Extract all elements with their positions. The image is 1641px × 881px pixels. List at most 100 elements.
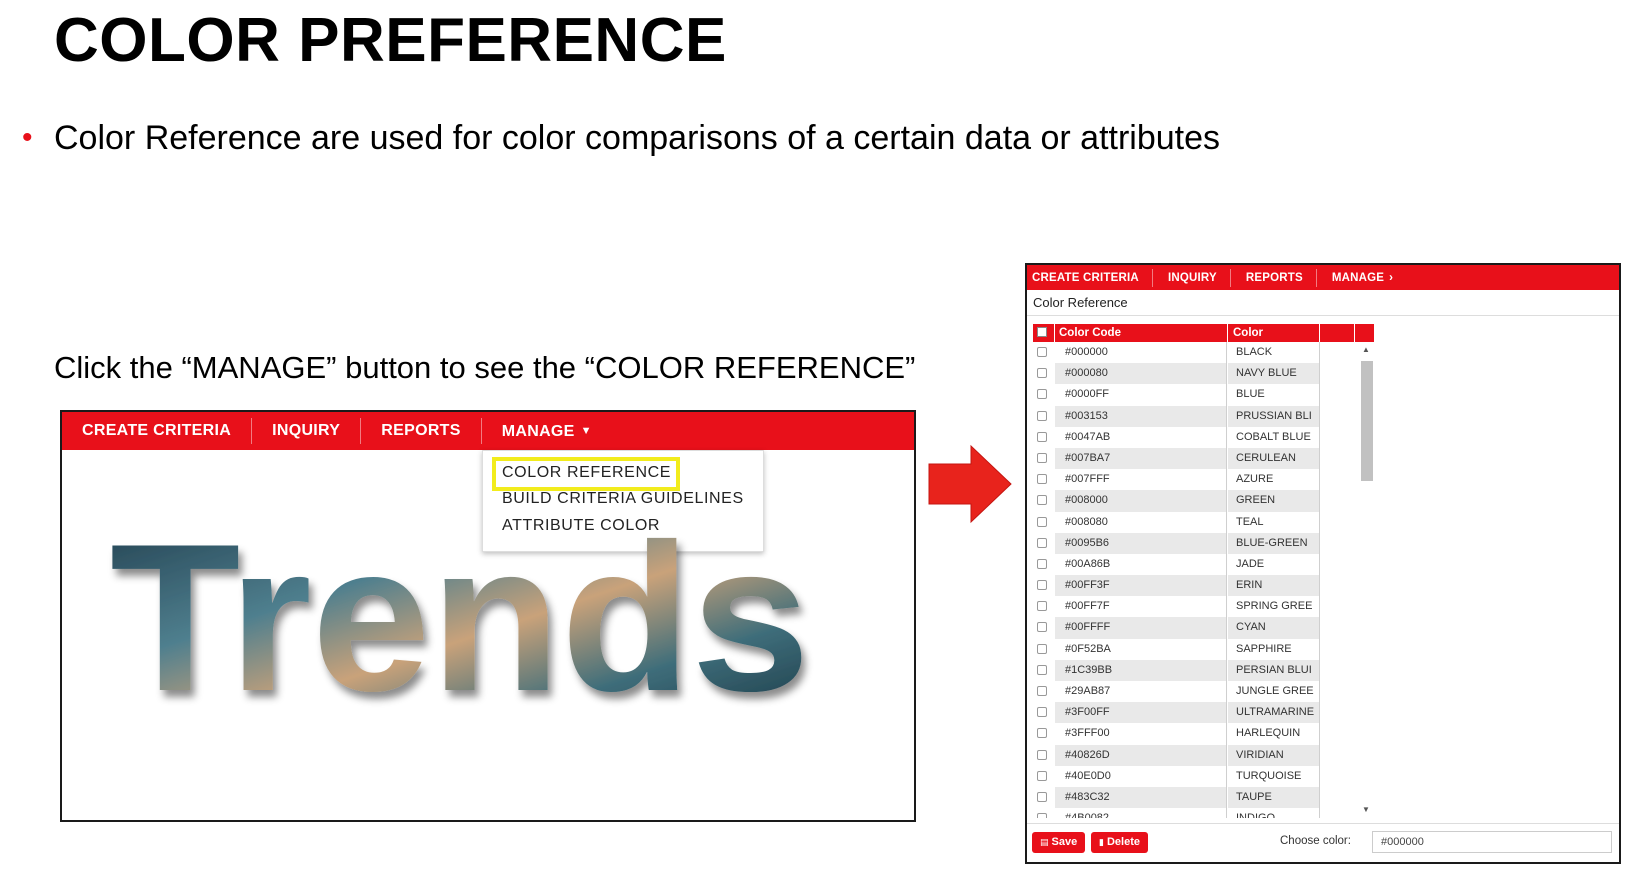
scrollbar-thumb[interactable] <box>1361 361 1373 481</box>
table-row[interactable]: #3F00FF ULTRAMARINE <box>1033 702 1374 724</box>
color-code-cell: #3F00FF <box>1055 702 1227 724</box>
arrow-right-icon <box>928 444 1012 524</box>
select-all-checkbox[interactable] <box>1037 327 1047 337</box>
nav-reports[interactable]: REPORTS <box>1241 268 1317 287</box>
bullet-text: Color Reference are used for color compa… <box>54 119 1221 157</box>
color-code-cell: #00FFFF <box>1055 617 1227 639</box>
table-row[interactable]: #000000 BLACK <box>1033 342 1374 364</box>
color-code-cell: #00FF3F <box>1055 575 1227 597</box>
color-name-cell: CERULEAN <box>1228 447 1320 470</box>
row-checkbox[interactable] <box>1037 389 1047 400</box>
row-checkbox[interactable] <box>1037 347 1047 357</box>
row-checkbox[interactable] <box>1037 580 1047 591</box>
table-row[interactable]: #3FFF00 HARLEQUIN <box>1033 723 1374 745</box>
row-checkbox[interactable] <box>1037 601 1047 612</box>
table-row[interactable]: #00FF3F ERIN <box>1033 575 1374 597</box>
color-reference-screenshot: CREATE CRITERIA INQUIRY REPORTS MANAGE › … <box>1025 263 1621 864</box>
table-row[interactable]: #40E0D0 TURQUOISE <box>1033 765 1374 787</box>
table-row[interactable]: #0047AB COBALT BLUE <box>1033 426 1374 448</box>
nav-inquiry[interactable]: INQUIRY <box>1163 268 1231 287</box>
color-name-cell: PRUSSIAN BLI <box>1228 405 1320 427</box>
color-name-cell: VIRIDIAN <box>1228 744 1320 766</box>
row-checkbox[interactable] <box>1037 474 1047 485</box>
scroll-up-icon[interactable]: ▲ <box>1362 345 1370 354</box>
color-code-cell: #4B0082 <box>1055 808 1227 818</box>
row-checkbox[interactable] <box>1037 622 1047 633</box>
table-row[interactable]: #4B0082INDIGO <box>1033 808 1374 818</box>
table-row[interactable]: #007FFF AZURE <box>1033 469 1374 491</box>
instruction-text: Click the “MANAGE” button to see the “CO… <box>54 350 916 385</box>
color-name-cell: NAVY BLUE <box>1228 363 1320 385</box>
menu-item-color-reference[interactable]: COLOR REFERENCE <box>502 464 671 482</box>
color-name-cell: TURQUOISE <box>1228 765 1320 787</box>
table-row[interactable]: #0095B6 BLUE-GREEN <box>1033 532 1374 554</box>
choose-color-input[interactable]: #000000 <box>1372 831 1612 853</box>
table-row[interactable]: #1C39BB PERSIAN BLUI <box>1033 659 1374 681</box>
row-checkbox[interactable] <box>1037 643 1047 654</box>
table-row[interactable]: #008000 GREEN <box>1033 490 1374 512</box>
row-checkbox[interactable] <box>1037 664 1047 675</box>
table-row[interactable]: #00FFFF CYAN <box>1033 617 1374 639</box>
row-checkbox[interactable] <box>1037 431 1047 442</box>
color-name-cell: AZURE <box>1228 469 1320 491</box>
trends-banner-text: Trends <box>110 522 810 712</box>
save-button[interactable]: ▤ Save <box>1032 832 1086 853</box>
chevron-right-icon: › <box>1389 271 1394 284</box>
row-checkbox[interactable] <box>1037 707 1047 718</box>
slide-title: COLOR PREFERENCE <box>54 6 727 75</box>
color-name-cell: ERIN <box>1228 575 1320 597</box>
nav-inquiry[interactable]: INQUIRY <box>252 418 362 444</box>
color-code-cell: #0000FF <box>1055 384 1227 406</box>
table-row[interactable]: #007BA7 CERULEAN <box>1033 447 1374 470</box>
table-row[interactable]: #29AB87 JUNGLE GREE <box>1033 681 1374 703</box>
color-code-cell: #003153 <box>1055 405 1227 427</box>
color-code-cell: #00A86B <box>1055 553 1227 576</box>
row-checkbox[interactable] <box>1037 770 1047 781</box>
color-name-cell: BLUE <box>1228 384 1320 406</box>
table-row[interactable]: #008080 TEAL <box>1033 511 1374 533</box>
table-row[interactable]: #00A86B JADE <box>1033 553 1374 576</box>
row-checkbox[interactable] <box>1037 516 1047 527</box>
color-name-cell: BLUE-GREEN <box>1228 532 1320 554</box>
color-code-cell: #008080 <box>1055 511 1227 533</box>
row-checkbox[interactable] <box>1037 495 1047 506</box>
row-checkbox[interactable] <box>1037 813 1047 818</box>
nav-manage[interactable]: MANAGE › <box>1327 269 1406 287</box>
table-row[interactable]: #003153 PRUSSIAN BLI <box>1033 405 1374 427</box>
column-header-color[interactable]: Color <box>1228 324 1320 342</box>
color-code-cell: #008000 <box>1055 490 1227 512</box>
save-icon: ▤ <box>1040 837 1049 847</box>
color-name-cell: JADE <box>1228 553 1320 576</box>
row-checkbox[interactable] <box>1037 728 1047 739</box>
color-name-cell: SAPPHIRE <box>1228 638 1320 660</box>
nav-create-criteria[interactable]: CREATE CRITERIA <box>62 418 253 444</box>
table-row[interactable]: #483C32 TAUPE <box>1033 786 1374 809</box>
row-checkbox[interactable] <box>1037 686 1047 696</box>
nav-create-criteria[interactable]: CREATE CRITERIA <box>1027 268 1153 287</box>
color-name-cell: GREEN <box>1228 490 1320 512</box>
color-code-cell: #00FF7F <box>1055 596 1227 618</box>
delete-button[interactable]: ▮ Delete <box>1091 832 1148 853</box>
nav-manage[interactable]: MANAGE ▼ <box>482 418 612 444</box>
row-checkbox[interactable] <box>1037 791 1047 802</box>
divider <box>1027 823 1619 824</box>
row-checkbox[interactable] <box>1037 558 1047 569</box>
table-row[interactable]: #0F52BA SAPPHIRE <box>1033 638 1374 660</box>
table-row[interactable]: #00FF7F SPRING GREE <box>1033 596 1374 618</box>
top-nav-bar: CREATE CRITERIA INQUIRY REPORTS MANAGE ▼ <box>62 412 914 450</box>
row-checkbox[interactable] <box>1037 537 1047 548</box>
color-code-cell: #3FFF00 <box>1055 723 1227 745</box>
row-checkbox[interactable] <box>1037 368 1047 379</box>
nav-reports[interactable]: REPORTS <box>361 418 482 444</box>
menu-item-build-criteria-guidelines[interactable]: BUILD CRITERIA GUIDELINES <box>502 490 744 508</box>
scroll-down-icon[interactable]: ▼ <box>1362 805 1370 814</box>
table-row[interactable]: #000080 NAVY BLUE <box>1033 363 1374 385</box>
table-row[interactable]: #40826D VIRIDIAN <box>1033 744 1374 766</box>
column-header-color-code[interactable]: Color Code <box>1055 324 1228 342</box>
row-checkbox[interactable] <box>1037 452 1047 463</box>
row-checkbox[interactable] <box>1037 410 1047 421</box>
color-code-cell: #007BA7 <box>1055 447 1227 470</box>
table-row[interactable]: #0000FF BLUE <box>1033 384 1374 406</box>
color-reference-table: Color Code Color #000000 BLACK #000080 NAVY… <box>1033 324 1374 818</box>
row-checkbox[interactable] <box>1037 749 1047 760</box>
